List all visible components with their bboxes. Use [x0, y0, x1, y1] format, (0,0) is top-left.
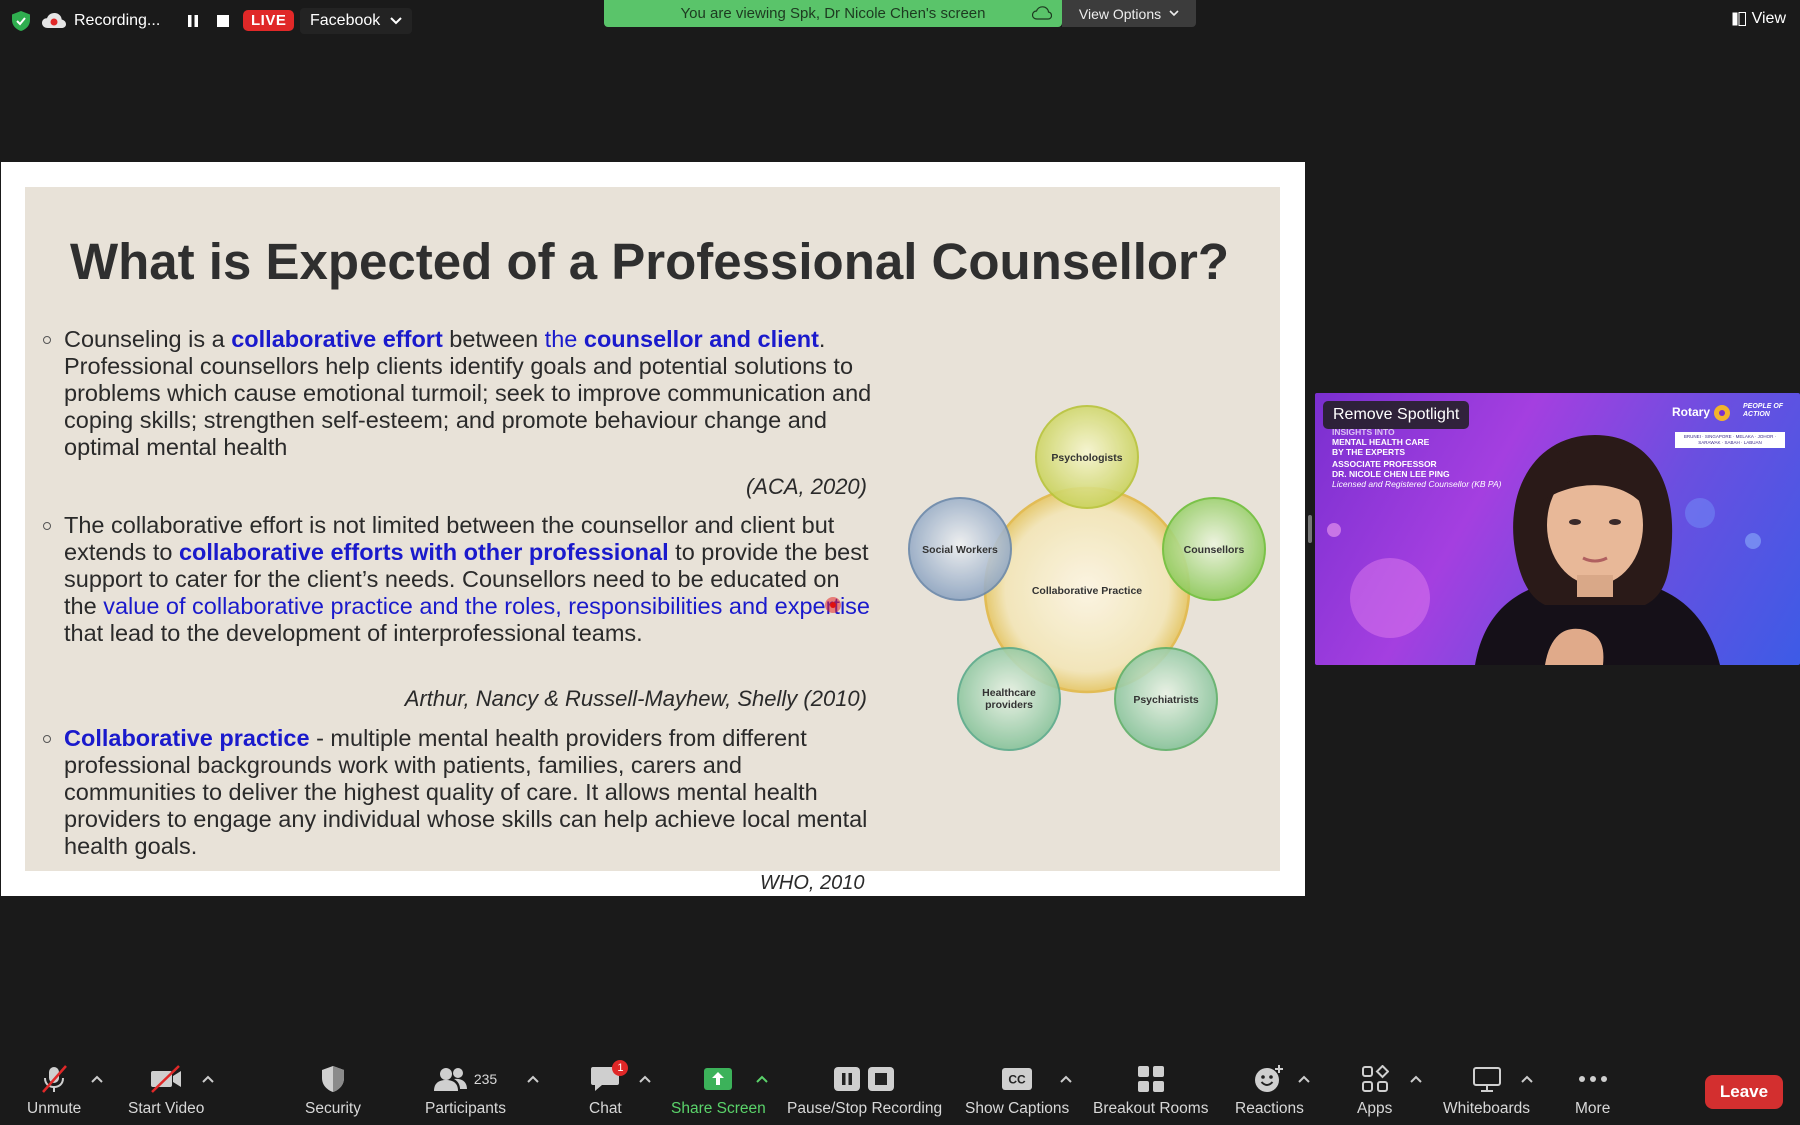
video-camera-off-icon: [151, 1065, 182, 1093]
chat-button[interactable]: 1 Chat: [589, 1060, 629, 1118]
counsellors-label: Counsellors: [1184, 544, 1245, 556]
chevron-up-icon[interactable]: [90, 1074, 104, 1084]
reactions-button[interactable]: Reactions: [1235, 1064, 1304, 1118]
healthcare-label: Healthcare: [982, 687, 1036, 699]
whiteboards-label: Whiteboards: [1443, 1100, 1531, 1117]
smiley-face-icon: [1255, 1065, 1284, 1092]
more-dots-icon: [1578, 1076, 1607, 1082]
svg-text:CC: CC: [1008, 1073, 1026, 1087]
center-label: Collaborative Practice: [1032, 585, 1142, 597]
citation-arthur: Arthur, Nancy & Russell-Mayhew, Shelly (…: [404, 686, 867, 711]
laser-pointer: [825, 597, 841, 613]
people-of-action-tagline: PEOPLE OF ACTION: [1743, 403, 1784, 418]
live-stream-target-dropdown[interactable]: Facebook: [300, 8, 413, 34]
apps-label: Apps: [1357, 1100, 1393, 1117]
breakout-rooms-label: Breakout Rooms: [1093, 1100, 1209, 1117]
pause-stop-label: Pause/Stop Recording: [787, 1100, 943, 1117]
pause-recording-button[interactable]: [184, 12, 202, 30]
microphone-muted-icon: [42, 1065, 68, 1093]
security-label: Security: [305, 1100, 361, 1117]
chevron-down-icon: [1169, 10, 1179, 17]
live-badge[interactable]: LIVE: [243, 10, 295, 31]
rotary-wheel-icon: [1714, 405, 1731, 421]
stop-recording-button[interactable]: [214, 12, 232, 30]
apps-button[interactable]: Apps: [1357, 1064, 1392, 1118]
unmute-label: Unmute: [27, 1100, 82, 1117]
zoom-meeting-window: Recording... LIVE Facebook You are viewi…: [0, 0, 1800, 1125]
chevron-up-icon[interactable]: [755, 1074, 769, 1084]
slide-bullet-3: Collaborative practice - multiple mental…: [43, 725, 874, 860]
apps-icon: [1361, 1065, 1389, 1092]
more-button[interactable]: More: [1575, 1064, 1610, 1118]
slide-bullet-2: The collaborative effort is not limited …: [43, 512, 874, 647]
breakout-rooms-icon: [1137, 1066, 1164, 1092]
slide-title: What is Expected of a Professional Couns…: [70, 233, 1230, 290]
bullet-dot-icon: [43, 735, 51, 743]
citation-aca: (ACA, 2020): [745, 474, 867, 499]
security-button[interactable]: Security: [305, 1064, 361, 1118]
bullet-dot-icon: [43, 522, 51, 530]
cloud-recording-icon: [42, 13, 66, 28]
security-shield-icon: [322, 1066, 344, 1092]
whiteboard-icon: [1472, 1067, 1501, 1092]
collaborative-practice-diagram: Collaborative Practice Psychologists Cou…: [908, 405, 1266, 751]
reactions-label: Reactions: [1235, 1100, 1304, 1117]
participants-label: Participants: [425, 1100, 506, 1117]
show-captions-label: Show Captions: [965, 1100, 1070, 1117]
chat-label: Chat: [589, 1100, 622, 1117]
leave-meeting-button[interactable]: Leave: [1705, 1075, 1783, 1109]
chevron-up-icon[interactable]: [1409, 1074, 1423, 1084]
share-screen-button[interactable]: Share Screen: [671, 1064, 766, 1118]
viewing-screen-banner: You are viewing Spk, Dr Nicole Chen's sc…: [604, 0, 1062, 27]
participants-icon: [433, 1068, 467, 1091]
chevron-up-icon[interactable]: [526, 1074, 540, 1084]
chevron-up-icon[interactable]: [201, 1074, 215, 1084]
chevron-up-icon[interactable]: [1297, 1074, 1311, 1084]
viewing-banner-text: You are viewing Spk, Dr Nicole Chen's sc…: [680, 5, 986, 22]
encryption-shield-icon[interactable]: [12, 11, 30, 31]
unmute-button[interactable]: Unmute: [27, 1064, 81, 1118]
pause-icon: [188, 15, 199, 27]
stop-icon: [217, 15, 230, 27]
social-workers-label: Social Workers: [922, 544, 998, 556]
remove-spotlight-button[interactable]: Remove Spotlight: [1323, 401, 1470, 429]
start-video-button[interactable]: Start Video: [128, 1064, 204, 1118]
stream-target-label: Facebook: [310, 12, 381, 29]
more-label: More: [1575, 1100, 1611, 1117]
start-video-label: Start Video: [128, 1100, 205, 1117]
providers-label: providers: [985, 699, 1033, 711]
layout-grid-icon: [1732, 12, 1746, 26]
psychologists-label: Psychologists: [1051, 452, 1122, 464]
citation-who: WHO, 2010: [760, 872, 865, 894]
slide-bullet-1: Counseling is a collaborative effort bet…: [43, 326, 874, 461]
chevron-up-icon[interactable]: [1520, 1074, 1534, 1084]
show-captions-button[interactable]: CC Show Captions: [965, 1064, 1069, 1118]
locations-banner: BRUNEI · SINGAPORE · MELAKA · JOHOR · SA…: [1675, 432, 1785, 448]
bullet-dot-icon: [43, 336, 51, 344]
psychiatrists-label: Psychiatrists: [1133, 694, 1199, 706]
share-screen-label: Share Screen: [671, 1100, 766, 1117]
pause-stop-recording-button[interactable]: Pause/Stop Recording: [787, 1064, 942, 1118]
view-layout-button[interactable]: View: [1732, 10, 1786, 28]
view-options-dropdown[interactable]: View Options: [1062, 0, 1196, 27]
view-options-label: View Options: [1078, 5, 1162, 22]
pause-stop-icon: [833, 1067, 894, 1091]
chevron-up-icon[interactable]: [638, 1074, 652, 1084]
speaker-title-overlay: INSIGHTS INTO MENTAL HEALTH CARE BY THE …: [1332, 427, 1502, 489]
whiteboards-button[interactable]: Whiteboards: [1443, 1064, 1530, 1118]
chevron-up-icon[interactable]: [1059, 1074, 1073, 1084]
rotary-logo: Rotary: [1672, 404, 1731, 422]
recording-indicator: Recording...: [42, 6, 232, 36]
breakout-rooms-button[interactable]: Breakout Rooms: [1093, 1064, 1208, 1118]
cloud-icon: [1032, 6, 1052, 20]
participants-button[interactable]: 235 Participants: [425, 1064, 506, 1118]
view-label: View: [1751, 10, 1786, 27]
closed-captions-icon: CC: [1002, 1068, 1033, 1090]
participant-count: 235: [473, 1071, 498, 1087]
panel-resize-handle[interactable]: [1308, 515, 1312, 543]
chevron-down-icon: [390, 17, 402, 25]
share-screen-icon: [704, 1068, 733, 1090]
recording-label: Recording...: [74, 12, 161, 29]
